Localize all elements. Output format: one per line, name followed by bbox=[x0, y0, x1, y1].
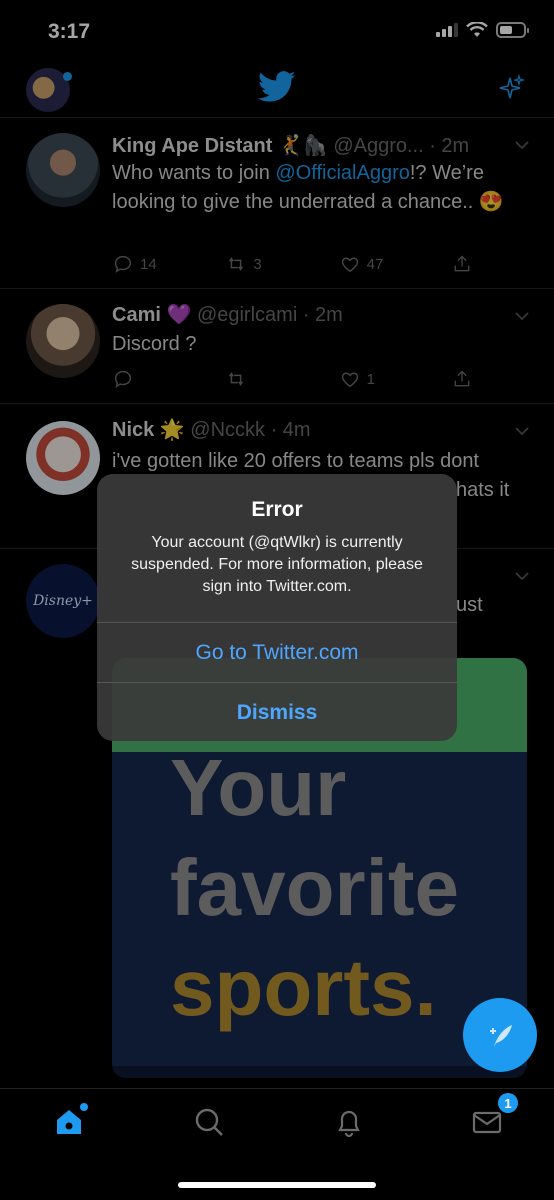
bottom-tab-bar: 1 bbox=[0, 1088, 554, 1200]
messages-badge: 1 bbox=[498, 1093, 518, 1113]
error-alert-dialog: Error Your account (@qtWlkr) is currentl… bbox=[97, 474, 457, 741]
go-to-twitter-button[interactable]: Go to Twitter.com bbox=[97, 622, 457, 682]
search-icon bbox=[195, 1108, 223, 1136]
unread-dot bbox=[80, 1103, 88, 1111]
envelope-icon bbox=[472, 1111, 502, 1134]
tab-notifications[interactable] bbox=[332, 1105, 366, 1139]
bell-icon bbox=[338, 1110, 360, 1138]
tab-messages[interactable]: 1 bbox=[470, 1093, 518, 1139]
compose-tweet-button[interactable] bbox=[463, 998, 537, 1072]
alert-title: Error bbox=[251, 498, 303, 521]
dismiss-button[interactable]: Dismiss bbox=[97, 682, 457, 741]
tab-search[interactable] bbox=[192, 1105, 226, 1139]
alert-message: Your account (@qtWlkr) is currently susp… bbox=[131, 534, 423, 595]
home-indicator bbox=[178, 1182, 376, 1188]
compose-feather-icon bbox=[490, 1025, 512, 1047]
tab-home[interactable] bbox=[52, 1103, 88, 1139]
